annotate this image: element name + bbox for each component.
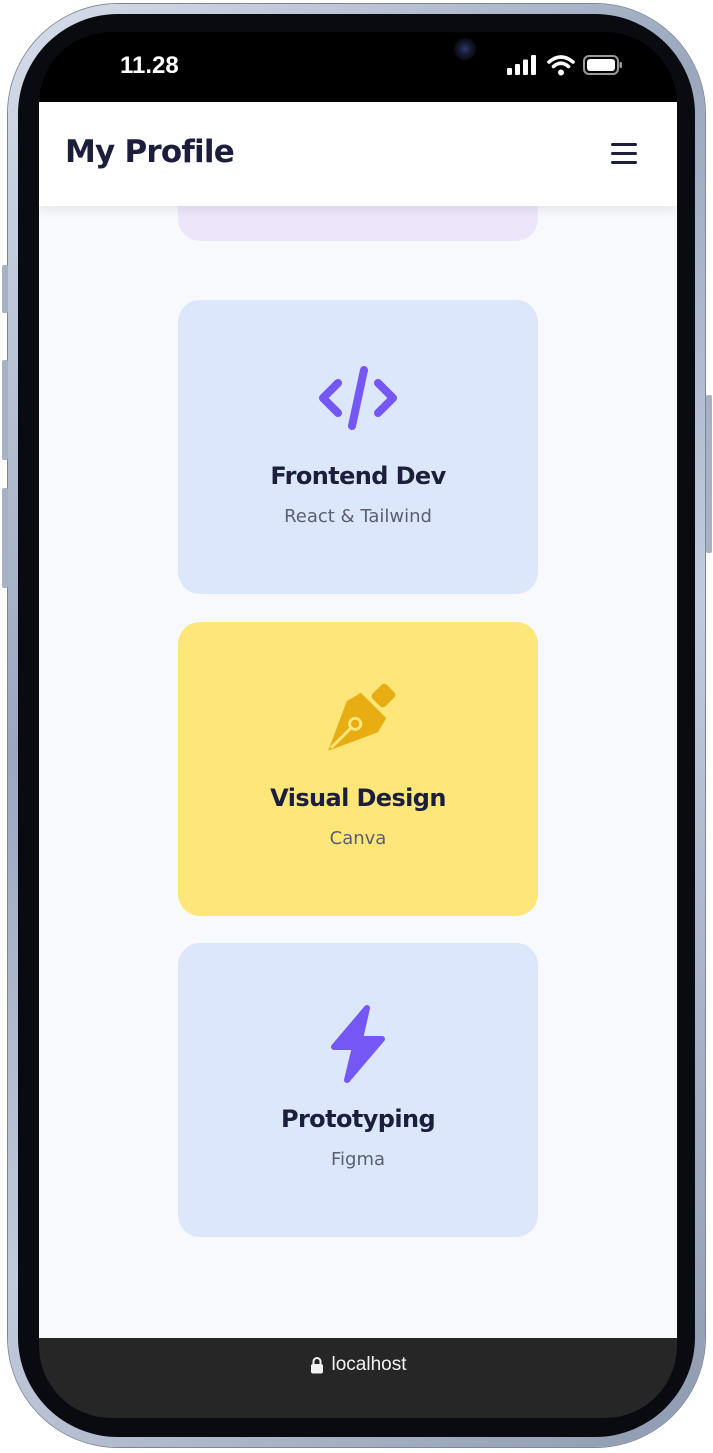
code-icon <box>178 364 538 434</box>
card-subtitle: Canva <box>329 828 387 849</box>
battery-icon <box>583 55 622 75</box>
wifi-icon <box>547 55 575 76</box>
hamburger-menu-button[interactable] <box>611 143 637 165</box>
menu-line <box>611 161 637 164</box>
lock-icon <box>310 1357 323 1374</box>
card-partially-hidden[interactable] <box>178 206 538 241</box>
front-camera <box>454 38 476 60</box>
card-subtitle: React & Tailwind <box>284 506 432 527</box>
skill-card-frontend-dev[interactable]: Frontend Dev React & Tailwind <box>178 300 538 594</box>
browser-address-bar[interactable]: localhost <box>39 1338 677 1418</box>
volume-up-button <box>2 360 8 460</box>
menu-line <box>611 152 637 155</box>
card-title: Prototyping <box>280 1105 436 1133</box>
skill-card-prototyping[interactable]: Prototyping Figma <box>178 943 538 1237</box>
action-button <box>2 265 8 313</box>
skill-card-visual-design[interactable]: Visual Design Canva <box>178 622 538 916</box>
lightning-bolt-icon <box>178 999 538 1089</box>
status-time: 11.28 <box>120 52 179 79</box>
cellular-signal-icon <box>507 55 536 75</box>
page-title: My Profile <box>65 134 235 170</box>
volume-down-button <box>2 488 8 588</box>
menu-line <box>611 143 637 146</box>
status-icons <box>507 54 623 76</box>
url-display[interactable]: localhost <box>39 1354 677 1376</box>
card-title: Frontend Dev <box>270 462 446 490</box>
url-text: localhost <box>331 1354 407 1375</box>
power-button <box>706 395 712 553</box>
status-bar: 11.28 <box>39 32 677 102</box>
screen: 11.28 My Profile Frontend Dev React & Ta… <box>39 32 677 1418</box>
card-title: Visual Design <box>270 784 446 812</box>
dynamic-island <box>234 32 484 80</box>
app-header: My Profile <box>39 102 677 206</box>
card-subtitle: Figma <box>330 1149 386 1170</box>
skills-list[interactable]: Frontend Dev React & Tailwind Visual Des… <box>39 206 677 1338</box>
pen-nib-icon <box>178 683 538 756</box>
